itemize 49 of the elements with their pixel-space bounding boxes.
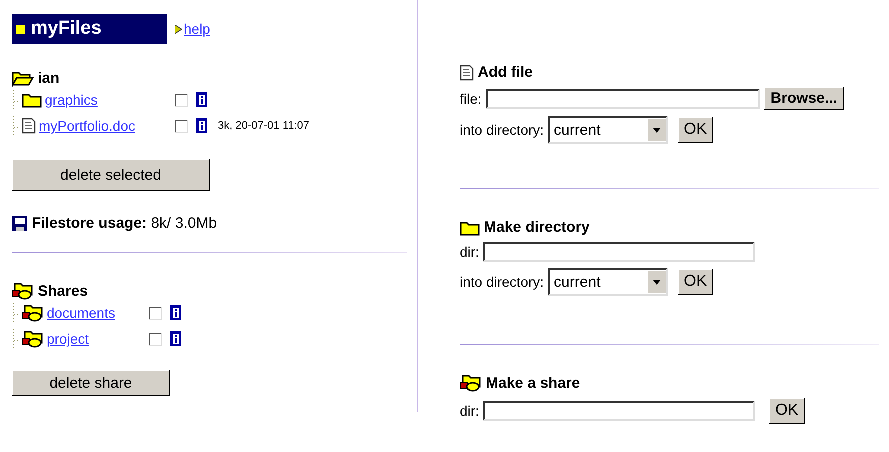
help-link[interactable]: help <box>184 21 210 37</box>
directory-dropdown[interactable]: current <box>548 268 668 296</box>
folder-link[interactable]: graphics <box>45 92 98 108</box>
ok-button[interactable]: OK <box>769 398 805 424</box>
share-link[interactable]: project <box>47 331 90 347</box>
browse-button[interactable]: Browse... <box>764 87 844 110</box>
field-label: into directory: <box>460 122 544 138</box>
field-label: into directory: <box>460 274 544 290</box>
directory-field[interactable] <box>483 401 756 421</box>
shared-folder-icon <box>12 283 34 300</box>
section-title: Make a share <box>486 375 580 392</box>
info-icon[interactable] <box>170 305 182 321</box>
arrow-icon <box>175 24 182 34</box>
file-field[interactable] <box>486 88 760 108</box>
info-icon[interactable] <box>196 92 208 108</box>
checkbox[interactable] <box>175 94 188 106</box>
field-label: dir: <box>460 403 480 419</box>
dropdown-arrow-icon[interactable] <box>653 128 662 132</box>
document-icon <box>22 118 36 134</box>
folder-icon <box>460 220 480 236</box>
usage-text: Filestore usage: 8k/ 3.0Mb <box>32 215 218 232</box>
shared-folder-icon <box>22 330 44 348</box>
dropdown-arrow-icon[interactable] <box>653 280 662 284</box>
file-details: 3k, 20-07-01 11:07 <box>218 120 310 132</box>
ok-button[interactable]: OK <box>678 117 714 143</box>
folder-icon <box>22 92 42 108</box>
share-link[interactable]: documents <box>47 305 116 321</box>
checkbox[interactable] <box>149 332 162 346</box>
shared-folder-icon <box>22 304 44 322</box>
ok-button[interactable]: OK <box>678 269 714 295</box>
checkbox[interactable] <box>175 120 188 132</box>
info-icon[interactable] <box>196 118 208 134</box>
folder-icon <box>12 70 34 86</box>
directory-field[interactable] <box>483 242 756 262</box>
shared-folder-icon <box>460 375 482 392</box>
checkbox[interactable] <box>149 306 162 320</box>
shares-title: Shares <box>38 283 88 300</box>
field-label: file: <box>460 90 482 106</box>
section-title: Make directory <box>484 219 590 236</box>
folder-title: ian <box>38 70 60 87</box>
section-title: Add file <box>478 64 533 81</box>
app-title: myFiles <box>12 14 167 44</box>
delete-share-button[interactable]: delete share <box>12 370 170 396</box>
info-icon[interactable] <box>170 331 182 347</box>
delete-selected-button[interactable]: delete selected <box>12 159 210 191</box>
field-label: dir: <box>460 244 480 260</box>
document-icon <box>460 64 474 80</box>
directory-dropdown[interactable]: current <box>548 116 668 144</box>
document-link[interactable]: myPortfolio.doc <box>39 118 136 134</box>
